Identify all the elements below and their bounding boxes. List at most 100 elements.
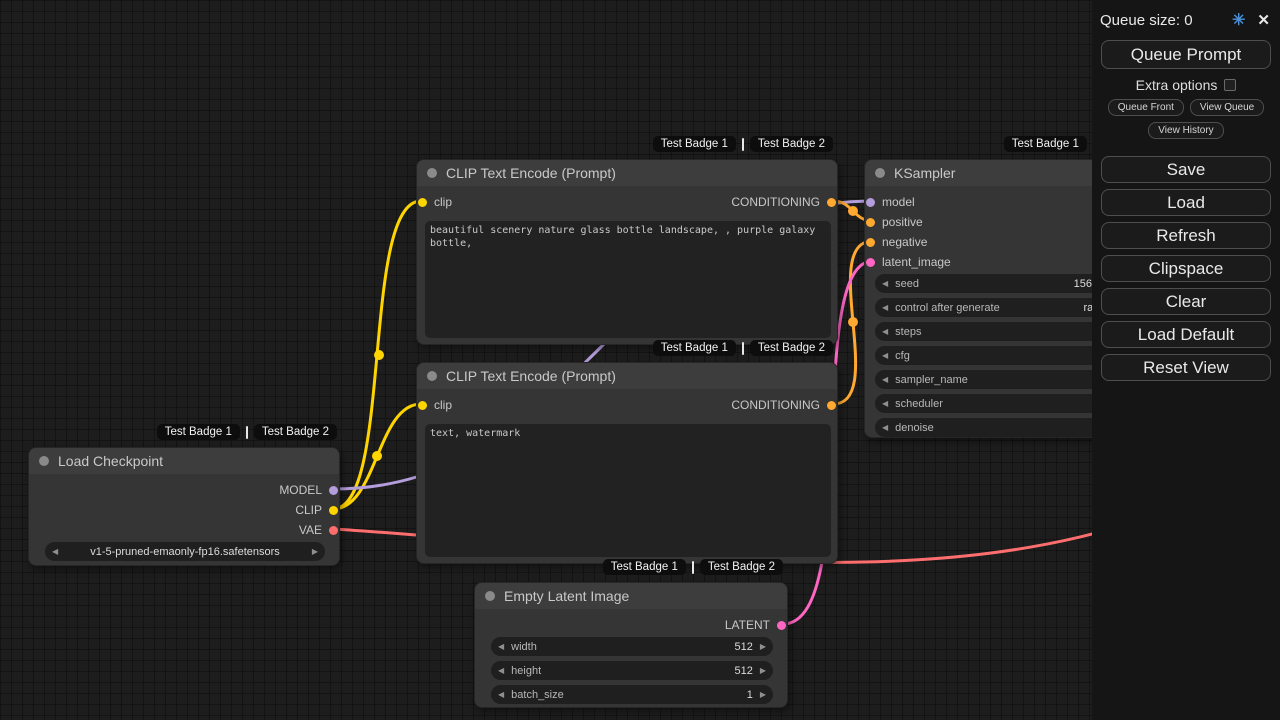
extra-options-checkbox[interactable] [1224, 79, 1236, 91]
decrement-arrow-icon[interactable]: ◀ [52, 547, 58, 556]
widget-value: 1 [747, 689, 753, 701]
node-title-bar[interactable]: Load Checkpoint [29, 448, 339, 474]
close-icon[interactable]: ✕ [1257, 11, 1270, 29]
queue-prompt-button[interactable]: Queue Prompt [1101, 40, 1271, 69]
slot-dot-latent-icon[interactable] [866, 258, 875, 267]
slot-dot-clip-icon[interactable] [329, 506, 338, 515]
load-button[interactable]: Load [1101, 189, 1271, 216]
test-badge-2: Test Badge 2 [750, 136, 833, 152]
decrement-arrow-icon[interactable]: ◀ [882, 375, 888, 384]
node-clip-text-encode-negative[interactable]: CLIP Text Encode (Prompt) clip CONDITION… [416, 362, 838, 564]
clear-button[interactable]: Clear [1101, 288, 1271, 315]
slot-dot-model-icon[interactable] [329, 486, 338, 495]
node-collapse-dot-icon[interactable] [427, 371, 437, 381]
clipspace-button[interactable]: Clipspace [1101, 255, 1271, 282]
output-slot-vae[interactable]: VAE [299, 520, 339, 540]
slot-dot-clip-icon[interactable] [418, 198, 427, 207]
decrement-arrow-icon[interactable]: ◀ [882, 423, 888, 432]
slot-label: LATENT [725, 618, 770, 632]
node-clip-text-encode-positive[interactable]: CLIP Text Encode (Prompt) clip CONDITION… [416, 159, 838, 345]
queue-size-label: Queue size: 0 [1100, 12, 1193, 29]
node-title-bar[interactable]: CLIP Text Encode (Prompt) [417, 160, 837, 186]
decrement-arrow-icon[interactable]: ◀ [882, 303, 888, 312]
slot-label: clip [434, 195, 452, 209]
decrement-arrow-icon[interactable]: ◀ [498, 666, 504, 675]
widget-label: cfg [895, 350, 910, 362]
slot-label: VAE [299, 523, 322, 537]
width-widget[interactable]: ◀ width 512 ▶ [491, 637, 773, 656]
slot-dot-latent-icon[interactable] [777, 621, 786, 630]
batch-size-widget[interactable]: ◀ batch_size 1 ▶ [491, 685, 773, 704]
node-collapse-dot-icon[interactable] [39, 456, 49, 466]
input-slot-clip[interactable]: clip [417, 395, 452, 415]
badge-group-empty-latent: Test Badge 1 Test Badge 2 [603, 559, 783, 575]
widget-label: width [511, 641, 537, 653]
decrement-arrow-icon[interactable]: ◀ [882, 351, 888, 360]
node-empty-latent-image[interactable]: Empty Latent Image LATENT ◀ width 512 ▶ … [474, 582, 788, 708]
slot-label: CONDITIONING [731, 195, 820, 209]
reset-view-button[interactable]: Reset View [1101, 354, 1271, 381]
node-title: KSampler [894, 165, 955, 181]
node-load-checkpoint[interactable]: Load Checkpoint MODEL CLIP VAE ◀ v1-5-pr… [28, 447, 340, 566]
prompt-textarea[interactable]: beautiful scenery nature glass bottle la… [425, 221, 831, 338]
load-default-button[interactable]: Load Default [1101, 321, 1271, 348]
slot-label: MODEL [279, 483, 322, 497]
node-collapse-dot-icon[interactable] [427, 168, 437, 178]
input-slot-latent-image[interactable]: latent_image [865, 252, 951, 272]
decrement-arrow-icon[interactable]: ◀ [498, 690, 504, 699]
input-slot-model[interactable]: model [865, 192, 915, 212]
increment-arrow-icon[interactable]: ▶ [312, 547, 318, 556]
decrement-arrow-icon[interactable]: ◀ [882, 327, 888, 336]
node-title: CLIP Text Encode (Prompt) [446, 165, 616, 181]
widget-label: scheduler [895, 398, 943, 410]
settings-asterisk-icon[interactable]: ✳ [1232, 10, 1245, 30]
menu-panel: Queue size: 0 ✳ ✕ Queue Prompt Extra opt… [1092, 0, 1280, 720]
input-slot-clip[interactable]: clip [417, 192, 452, 212]
output-slot-clip[interactable]: CLIP [295, 500, 339, 520]
widget-value: 512 [734, 665, 752, 677]
slot-dot-conditioning-icon[interactable] [827, 401, 836, 410]
badge-group-load-checkpoint: Test Badge 1 Test Badge 2 [157, 424, 337, 440]
view-history-button[interactable]: View History [1148, 122, 1223, 139]
height-widget[interactable]: ◀ height 512 ▶ [491, 661, 773, 680]
node-title-bar[interactable]: Empty Latent Image [475, 583, 787, 609]
slot-dot-conditioning-icon[interactable] [866, 218, 875, 227]
widget-label: height [511, 665, 541, 677]
test-badge-1: Test Badge 1 [157, 424, 240, 440]
save-button[interactable]: Save [1101, 156, 1271, 183]
output-slot-model[interactable]: MODEL [279, 480, 339, 500]
slot-dot-conditioning-icon[interactable] [827, 198, 836, 207]
queue-front-button[interactable]: Queue Front [1108, 99, 1184, 116]
ckpt-name-value: v1-5-pruned-emaonly-fp16.safetensors [90, 546, 280, 558]
decrement-arrow-icon[interactable]: ◀ [498, 642, 504, 651]
refresh-button[interactable]: Refresh [1101, 222, 1271, 249]
badge-group-clip-negative: Test Badge 1 Test Badge 2 [653, 340, 833, 356]
decrement-arrow-icon[interactable]: ◀ [882, 399, 888, 408]
increment-arrow-icon[interactable]: ▶ [760, 666, 766, 675]
slot-label: clip [434, 398, 452, 412]
slot-dot-vae-icon[interactable] [329, 526, 338, 535]
decrement-arrow-icon[interactable]: ◀ [882, 279, 888, 288]
badge-separator [742, 138, 744, 151]
test-badge-1: Test Badge 1 [603, 559, 686, 575]
node-collapse-dot-icon[interactable] [485, 591, 495, 601]
output-slot-conditioning[interactable]: CONDITIONING [731, 395, 837, 415]
prompt-textarea[interactable]: text, watermark [425, 424, 831, 557]
widget-label: sampler_name [895, 374, 968, 386]
view-queue-button[interactable]: View Queue [1190, 99, 1264, 116]
node-collapse-dot-icon[interactable] [875, 168, 885, 178]
increment-arrow-icon[interactable]: ▶ [760, 642, 766, 651]
output-slot-conditioning[interactable]: CONDITIONING [731, 192, 837, 212]
node-title-bar[interactable]: CLIP Text Encode (Prompt) [417, 363, 837, 389]
ckpt-name-combo[interactable]: ◀ v1-5-pruned-emaonly-fp16.safetensors ▶ [45, 542, 325, 561]
widget-label: steps [895, 326, 921, 338]
slot-dot-conditioning-icon[interactable] [866, 238, 875, 247]
output-slot-latent[interactable]: LATENT [725, 615, 787, 635]
input-slot-positive[interactable]: positive [865, 212, 923, 232]
slot-dot-model-icon[interactable] [866, 198, 875, 207]
slot-dot-clip-icon[interactable] [418, 401, 427, 410]
increment-arrow-icon[interactable]: ▶ [760, 690, 766, 699]
widget-label: seed [895, 278, 919, 290]
badge-separator [692, 561, 694, 574]
input-slot-negative[interactable]: negative [865, 232, 927, 252]
